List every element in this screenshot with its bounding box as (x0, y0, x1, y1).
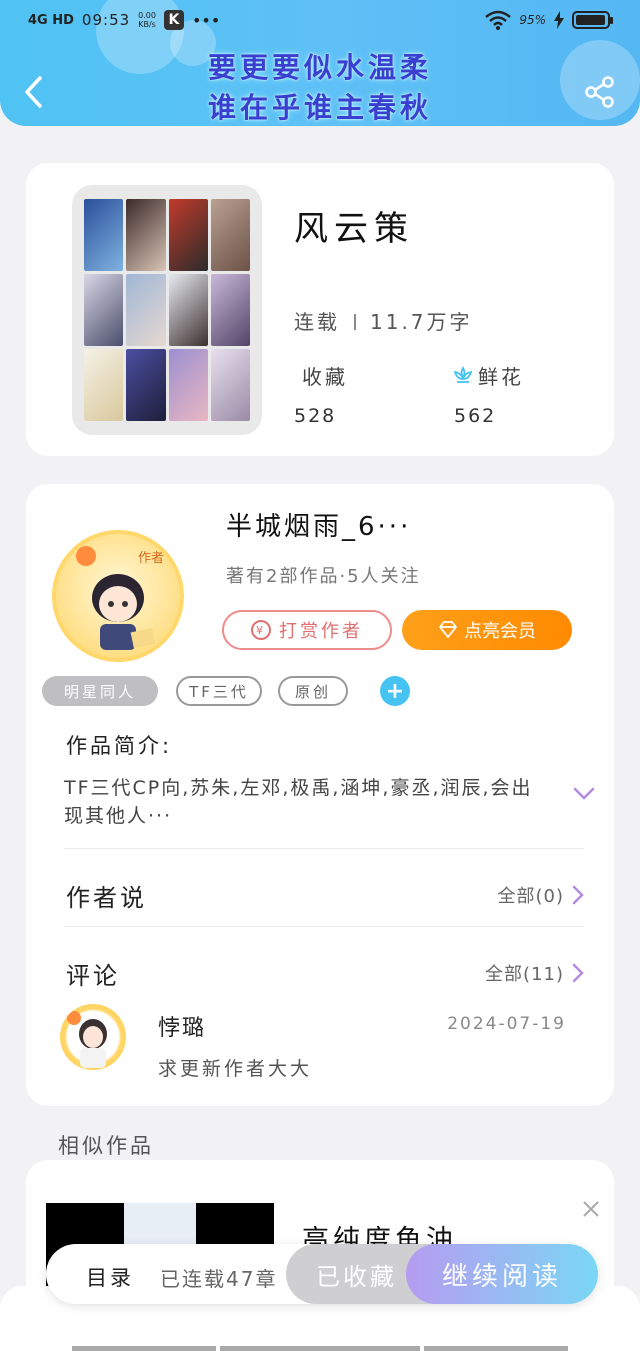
nav-indicator (72, 1346, 216, 1351)
favorites-label: 收藏 (302, 365, 348, 389)
commenter-avatar-art (67, 1011, 107, 1068)
nav-indicator (220, 1346, 420, 1351)
battery-icon (572, 11, 613, 29)
close-icon[interactable] (582, 1200, 600, 1218)
chevron-right-icon (572, 885, 584, 905)
meta-divider (354, 314, 356, 330)
commenter-name[interactable]: 悖璐 (158, 1010, 206, 1042)
book-info-card: 风云策 连载 11.7万字 收藏 鲜花 528 562 (26, 163, 614, 456)
network-speed: 0.00 KB/s (138, 11, 156, 29)
flowers-label: 鲜花 (478, 365, 524, 389)
intro-heading: 作品简介: (66, 734, 173, 758)
vip-label: 点亮会员 (464, 621, 536, 642)
comment-date: 2024-07-19 (447, 1014, 566, 1034)
toc-button[interactable]: 目录 (86, 1262, 134, 1292)
flower-icon (453, 366, 473, 383)
comments-more[interactable]: 全部(11) (485, 960, 584, 986)
divider (64, 926, 584, 927)
charging-icon (554, 11, 564, 29)
tip-author-button[interactable]: ¥ 打赏作者 (222, 610, 392, 650)
author-avatar-art: 作者 (76, 546, 164, 650)
header: 4G HD 09:53 0.00 KB/s K ••• 95% 要更要似水温柔 谁… (0, 0, 640, 126)
author-card: 作者 半城烟雨_6··· 著有2部作品·5人关注 ¥ 打赏作者 点亮会员 明星同… (26, 484, 614, 1106)
wifi-icon (485, 10, 512, 30)
share-icon[interactable] (584, 76, 616, 108)
author-says-title: 作者说 (66, 884, 147, 912)
flowers-label-wrap[interactable]: 鲜花 (452, 361, 524, 390)
book-title: 风云策 (294, 209, 414, 249)
tip-author-label: 打赏作者 (279, 621, 363, 642)
banner-line-2: 谁在乎谁主春秋 (207, 91, 432, 124)
commenter-avatar[interactable] (60, 1004, 126, 1070)
tag-item[interactable]: 明星同人 (42, 676, 158, 706)
clock: 09:53 (81, 11, 131, 29)
intro-text: TF三代CP向,苏朱,左邓,极禹,涵坤,豪丞,润辰,会出现其他人··· (64, 777, 533, 827)
more-notifications-icon: ••• (191, 10, 221, 30)
app-notification-icon: K (163, 10, 184, 30)
author-stats: 著有2部作品·5人关注 (226, 566, 421, 587)
serial-status: 连载 (294, 310, 340, 334)
battery-percent: 95% (519, 13, 546, 27)
continue-reading-button[interactable]: 继续阅读 (406, 1244, 598, 1304)
comments-title: 评论 (66, 962, 120, 990)
book-meta: 连载 11.7万字 (294, 306, 473, 335)
favorites-value: 528 (294, 405, 337, 427)
add-tag-button[interactable]: + (380, 676, 410, 706)
word-count: 11.7万字 (370, 310, 473, 334)
speed-unit: KB/s (138, 20, 156, 29)
author-avatar[interactable]: 作者 (52, 530, 184, 662)
diamond-icon (439, 621, 457, 638)
vip-button[interactable]: 点亮会员 (402, 610, 572, 650)
bottom-action-bar: 目录 已连载47章 已收藏 继续阅读 (46, 1244, 598, 1304)
banner-line-1: 要更要似水温柔 (207, 51, 432, 84)
nav-indicator (424, 1346, 568, 1351)
network-indicator: 4G HD (28, 12, 74, 28)
serial-chapters: 已连载47章 (160, 1267, 278, 1291)
author-says-more[interactable]: 全部(0) (498, 882, 585, 908)
author-says-count: 全部(0) (497, 886, 564, 907)
author-badge: 作者 (138, 551, 164, 566)
tag-item[interactable]: TF三代 (176, 676, 262, 706)
book-cover[interactable] (72, 185, 262, 435)
comments-count: 全部(11) (485, 964, 564, 985)
status-bar: 4G HD 09:53 0.00 KB/s K ••• 95% (0, 8, 640, 36)
tag-item[interactable]: 原创 (278, 676, 348, 706)
flowers-value: 562 (454, 405, 497, 427)
chevron-right-icon (572, 963, 584, 983)
yen-icon: ¥ (251, 620, 271, 640)
chevron-down-icon[interactable] (572, 786, 596, 802)
divider (64, 848, 584, 849)
cover-collage (84, 199, 250, 421)
comment-text: 求更新作者大大 (158, 1058, 313, 1080)
back-icon[interactable] (20, 74, 50, 110)
speed-value: 0.00 (138, 11, 156, 20)
author-name[interactable]: 半城烟雨_6··· (226, 506, 411, 543)
similar-heading: 相似作品 (58, 1134, 154, 1158)
